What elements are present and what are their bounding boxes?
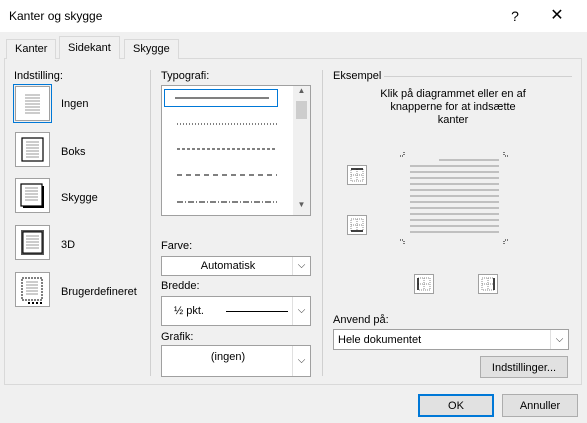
setting-label-custom[interactable]: Brugerdefineret [61, 286, 137, 298]
setting-3d-icon[interactable] [15, 225, 50, 260]
separator-right [322, 70, 323, 376]
width-preview-line [226, 311, 288, 312]
setting-label-3d[interactable]: 3D [61, 239, 75, 251]
art-value: (ingen) [210, 351, 246, 363]
ok-button[interactable]: OK [418, 394, 494, 417]
setting-label-ingen[interactable]: Ingen [61, 98, 89, 110]
line-style-solid[interactable] [164, 89, 278, 107]
setting-box-icon[interactable] [15, 132, 50, 167]
chevron-down-icon[interactable]: ⌵ [550, 330, 568, 349]
line-style-dashed-large[interactable] [165, 167, 281, 183]
preview-heading: Eksempel [333, 70, 382, 82]
tab-kanter[interactable]: Kanter [6, 39, 57, 59]
setting-label-boks[interactable]: Boks [61, 146, 85, 158]
color-value: Automatisk [200, 260, 256, 272]
border-left-icon[interactable] [414, 274, 434, 294]
cancel-button[interactable]: Annuller [502, 394, 578, 417]
line-style-dash-dot[interactable] [165, 194, 281, 210]
setting-custom-icon[interactable] [15, 272, 50, 307]
options-button[interactable]: Indstillinger... [480, 356, 568, 378]
line-style-scrollbar[interactable]: ▲ ▼ [293, 86, 310, 215]
tab-label: Kanter [15, 43, 48, 55]
close-button[interactable]: ✕ [541, 4, 573, 28]
apply-to-dropdown[interactable]: Hele dokumentet ⌵ [333, 329, 569, 350]
chevron-down-icon[interactable]: ⌵ [292, 297, 310, 325]
line-style-dotted[interactable] [165, 116, 281, 132]
tab-sidekant[interactable]: Sidekant [59, 36, 120, 59]
preview-diagram[interactable] [398, 148, 510, 246]
color-dropdown[interactable]: Automatisk ⌵ [161, 256, 311, 276]
scroll-up-icon[interactable]: ▲ [293, 86, 310, 101]
apply-to-label: Anvend på: [333, 314, 389, 326]
scroll-thumb[interactable] [296, 101, 307, 119]
separator-left [150, 70, 151, 376]
scroll-down-icon[interactable]: ▼ [293, 200, 310, 215]
art-label: Grafik: [161, 331, 194, 343]
width-dropdown[interactable]: ½ pkt. ⌵ [161, 296, 311, 326]
instruction-line: Klik på diagrammet eller en af [380, 88, 526, 100]
preview-instructions: Klik på diagrammet eller en af knapperne… [333, 88, 573, 127]
color-label: Farve: [161, 240, 193, 252]
instruction-line: kanter [437, 114, 469, 126]
chevron-down-icon[interactable]: ⌵ [292, 346, 310, 376]
window-title: Kanter og skygge [9, 9, 103, 23]
width-label: Bredde: [161, 280, 200, 292]
border-right-icon[interactable] [478, 274, 498, 294]
setting-shadow-icon[interactable] [15, 178, 50, 213]
instruction-line: knapperne for at indsætte [390, 101, 516, 113]
border-bottom-icon[interactable] [347, 215, 367, 235]
tab-skygge[interactable]: Skygge [124, 39, 179, 59]
chevron-down-icon[interactable]: ⌵ [292, 257, 310, 275]
setting-label-skygge[interactable]: Skygge [61, 192, 98, 204]
preview-heading-line [384, 76, 572, 77]
tab-label: Sidekant [68, 42, 111, 54]
line-style-dashed-small[interactable] [165, 141, 281, 157]
border-top-icon[interactable] [347, 165, 367, 185]
setting-none-icon[interactable] [13, 84, 52, 123]
help-button[interactable]: ? [503, 4, 527, 28]
apply-to-value: Hele dokumentet [338, 334, 422, 346]
typography-heading: Typografi: [161, 70, 210, 82]
width-value: ½ pkt. [174, 305, 204, 317]
tab-label: Skygge [133, 43, 170, 55]
art-dropdown[interactable]: (ingen) ⌵ [161, 345, 311, 377]
settings-heading: Indstilling: [14, 70, 63, 82]
